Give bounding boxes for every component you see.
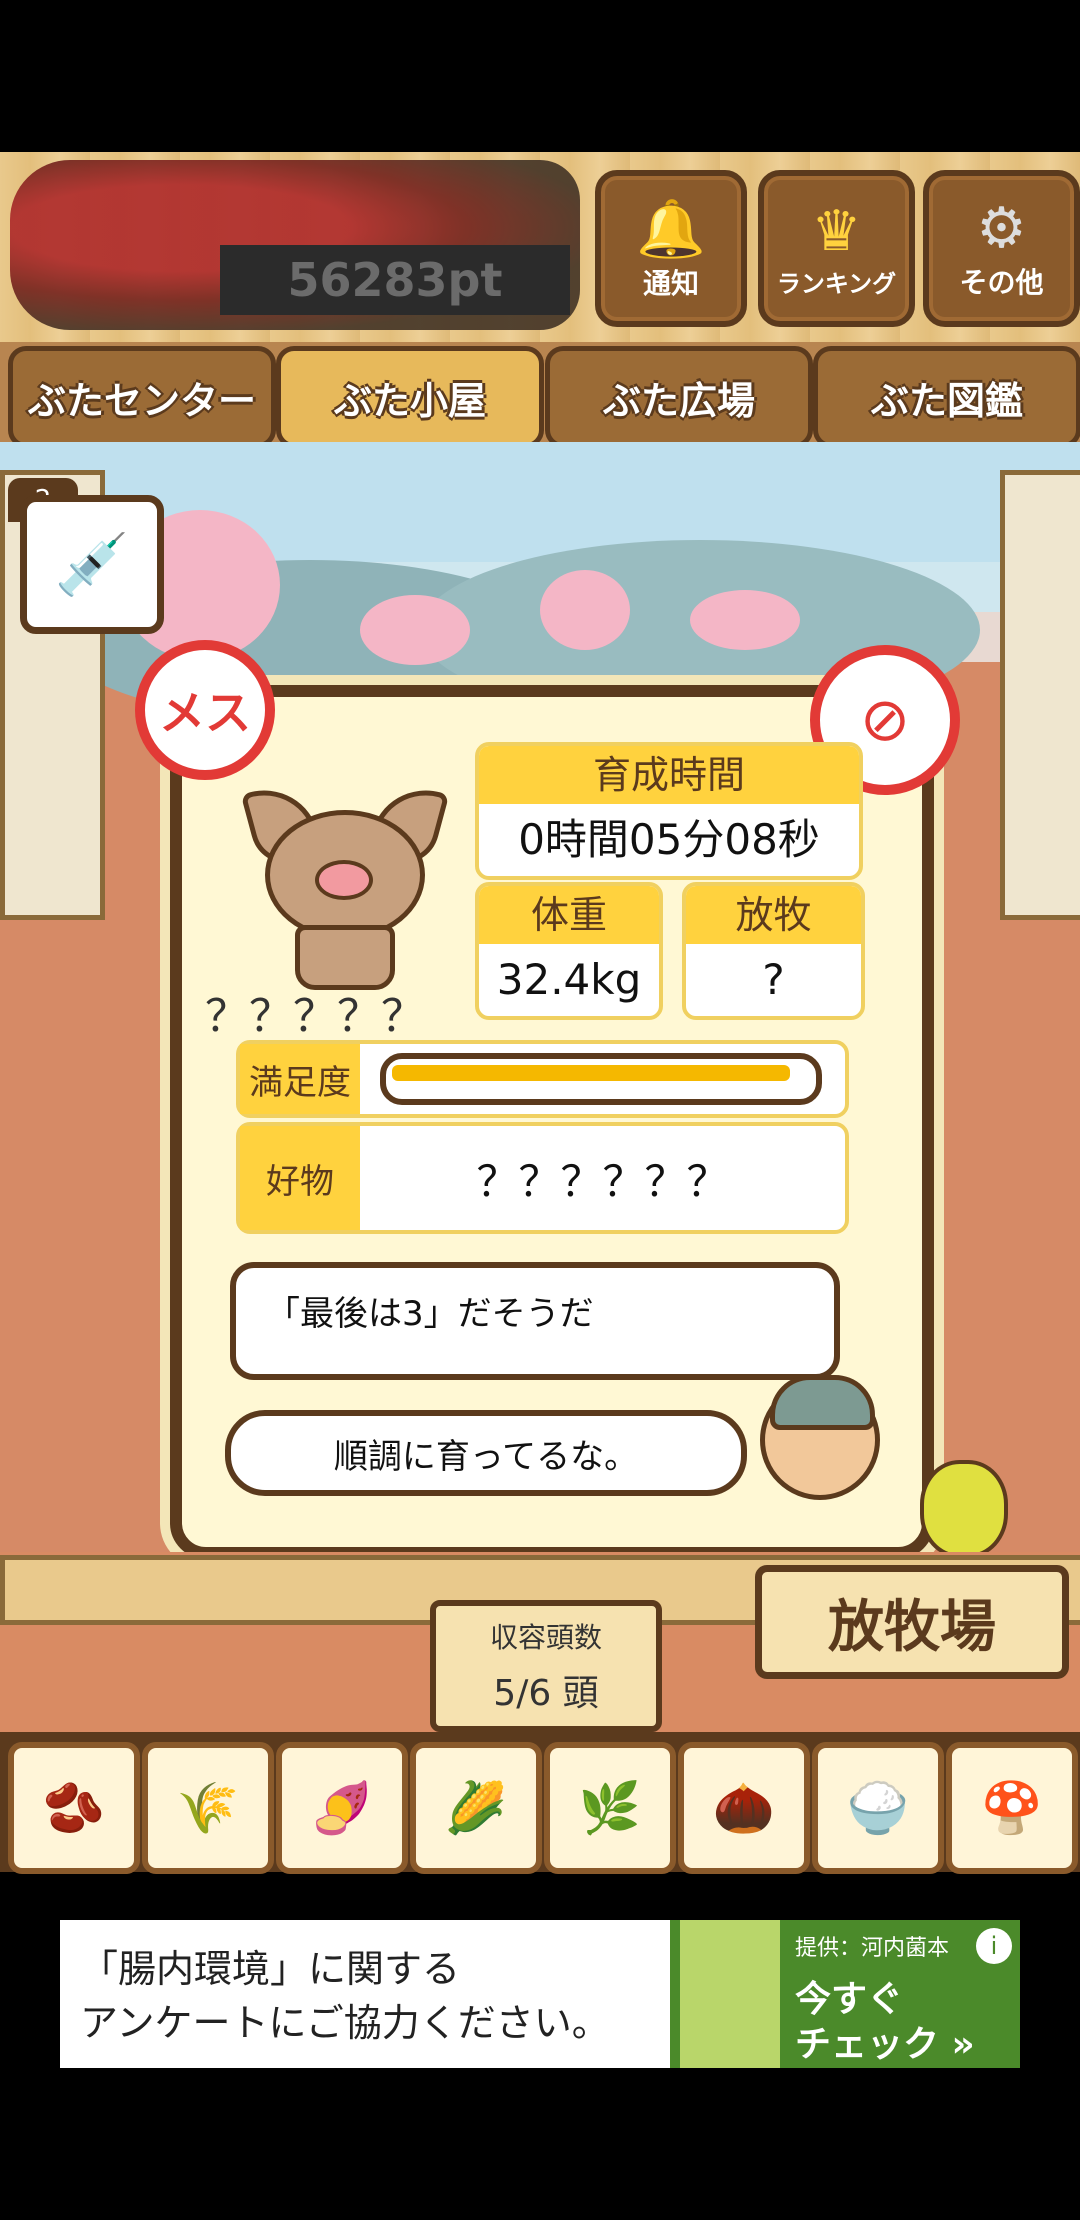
farmer-cap xyxy=(770,1375,875,1430)
food-button[interactable]: 🍚 xyxy=(812,1742,944,1874)
acorn-food-icon: 🌰 xyxy=(712,1778,776,1837)
food-button[interactable]: 🌽 xyxy=(410,1742,542,1874)
satisfaction-row: 満足度 xyxy=(236,1040,849,1118)
hint-bubble: 「最後は3」だそうだ xyxy=(230,1262,840,1380)
food-button[interactable]: 🍠 xyxy=(276,1742,408,1874)
weight-value: 32.4kg xyxy=(496,955,642,1004)
pig-snout xyxy=(315,860,373,900)
capacity-label: 収容頭数 xyxy=(489,1621,602,1654)
pasture-button[interactable]: 放牧場 xyxy=(755,1565,1069,1679)
food-button[interactable]: 🌿 xyxy=(544,1742,676,1874)
pig-name: ？？？？？ xyxy=(205,991,425,1042)
tab-pig-house[interactable]: ぶた小屋 xyxy=(276,346,544,448)
ad-cta-area[interactable]: 提供：河内菌本 今すぐ チェック » i xyxy=(670,1920,1020,2068)
cherry-tree xyxy=(690,590,800,650)
beans-food-icon: 🫘 xyxy=(42,1778,106,1837)
satisfaction-bar-fill xyxy=(392,1065,790,1081)
right-pillar xyxy=(1000,470,1080,920)
favorite-value: ？？？？？？ xyxy=(476,1156,729,1206)
growth-time-card: 育成時間 0時間05分08秒 xyxy=(475,742,863,880)
ad-cta-line2: チェック » xyxy=(795,2024,975,2065)
weight-label: 体重 xyxy=(479,886,659,944)
cherry-tree xyxy=(540,570,630,650)
bird-character xyxy=(920,1460,1008,1558)
tab-pig-encyclopedia[interactable]: ぶた図鑑 xyxy=(813,346,1080,448)
other-button-label: その他 xyxy=(959,266,1044,299)
grazing-value: ? xyxy=(762,955,785,1004)
food-button[interactable]: 🫘 xyxy=(8,1742,140,1874)
crown-icon: ♛ xyxy=(811,198,862,264)
notice-button-label: 通知 xyxy=(642,266,699,300)
growth-time-value: 0時間05分08秒 xyxy=(518,815,820,864)
ad-line1: 「腸内環境」に関する xyxy=(80,1947,461,1991)
female-badge: メス xyxy=(135,640,275,780)
growth-time-label: 育成時間 xyxy=(479,746,859,804)
favorite-label: 好物 xyxy=(240,1126,360,1230)
corn-food-icon: 🌽 xyxy=(444,1778,508,1837)
food-button[interactable]: 🍄 xyxy=(946,1742,1078,1874)
ad-banner[interactable]: 「腸内環境」に関する アンケートにご協力ください。 提供：河内菌本 今すぐ チェ… xyxy=(60,1920,1020,2068)
ranking-button[interactable]: ♛ ランキング xyxy=(758,170,915,327)
soybean-food-icon: 🌿 xyxy=(578,1778,642,1837)
capacity-sign: 収容頭数 5/6 頭 xyxy=(430,1600,662,1732)
farmer-avatar xyxy=(760,1375,880,1500)
grazing-card: 放牧 ? xyxy=(682,882,865,1020)
sweet-potato-food-icon: 🍠 xyxy=(310,1778,374,1837)
points-display: 56283pt xyxy=(220,245,570,315)
pig-image[interactable] xyxy=(240,775,450,990)
syringe-icon: 💉 xyxy=(54,530,130,600)
info-icon[interactable]: i xyxy=(976,1928,1012,1964)
tab-pig-center[interactable]: ぶたセンター xyxy=(8,346,276,448)
tab-pig-plaza[interactable]: ぶた広場 xyxy=(545,346,813,448)
grazing-label: 放牧 xyxy=(686,886,861,944)
rice-plate-food-icon: 🍚 xyxy=(846,1778,910,1837)
ad-product-image xyxy=(680,1920,780,2068)
capacity-value: 5/6 頭 xyxy=(493,1673,599,1714)
ad-sponsor: 提供：河内菌本 xyxy=(795,1936,950,1961)
food-button[interactable]: 🌰 xyxy=(678,1742,810,1874)
syringe-item-button[interactable]: 💉 xyxy=(20,495,164,634)
cherry-tree xyxy=(360,595,470,665)
weight-card: 体重 32.4kg xyxy=(475,882,663,1020)
ranking-button-label: ランキング xyxy=(776,269,897,298)
ad-line2: アンケートにご協力ください。 xyxy=(80,2001,610,2045)
other-button[interactable]: ⚙ その他 xyxy=(923,170,1080,327)
farmer-speech-bubble: 順調に育ってるな。 xyxy=(225,1410,747,1496)
satisfaction-bar xyxy=(380,1053,822,1105)
truffle-food-icon: 🍄 xyxy=(980,1778,1044,1837)
bell-icon: 🔔 xyxy=(636,196,706,262)
satisfaction-label: 満足度 xyxy=(240,1044,360,1114)
notice-button[interactable]: 🔔 通知 xyxy=(595,170,747,327)
favorite-food-row: 好物 ？？？？？？ xyxy=(236,1122,849,1234)
grain-food-icon: 🌾 xyxy=(176,1778,240,1837)
gear-icon: ⚙ xyxy=(976,196,1027,261)
food-button[interactable]: 🌾 xyxy=(142,1742,274,1874)
